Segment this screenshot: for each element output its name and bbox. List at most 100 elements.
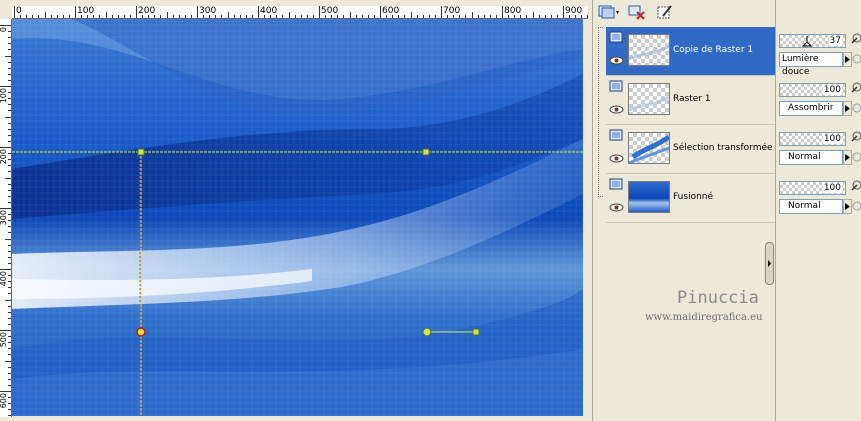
- raster-layer-icon: [609, 31, 623, 43]
- ruler-label: 100: [0, 88, 8, 104]
- opacity-slider[interactable]: 100: [779, 132, 846, 146]
- blend-mode-select[interactable]: Normal: [779, 199, 843, 214]
- opacity-value: 100: [822, 183, 842, 193]
- ruler-tick: [14, 6, 15, 18]
- ruler-tick: [8, 384, 11, 386]
- vertical-ruler[interactable]: 0 100 200 300 400 500 600: [0, 19, 12, 417]
- ruler-tick: [5, 116, 11, 118]
- new-layer-icon[interactable]: [597, 2, 621, 22]
- ruler-tick: [8, 366, 11, 368]
- layer-name: Fusionné: [673, 192, 714, 202]
- ruler-tick: [361, 15, 363, 18]
- ruler-tick: [428, 15, 430, 18]
- ruler-tick: [62, 15, 64, 18]
- ruler-tick: [563, 6, 564, 18]
- raster-layer-icon: [609, 178, 623, 190]
- ruler-label: 600: [382, 6, 400, 16]
- ruler-tick: [282, 15, 284, 18]
- ruler-tick: [50, 15, 52, 18]
- ruler-tick: [8, 171, 11, 173]
- edit-pen-icon[interactable]: [851, 180, 861, 191]
- ruler-tick: [319, 6, 320, 18]
- edit-pen-icon[interactable]: [851, 131, 861, 142]
- ruler-tick: [8, 201, 11, 203]
- ruler-tick: [184, 15, 186, 18]
- blend-dropdown-arrow-icon[interactable]: [843, 52, 852, 67]
- opacity-slider[interactable]: 37: [779, 34, 846, 48]
- canvas-artwork: [12, 19, 583, 416]
- edit-pen-icon[interactable]: [851, 33, 861, 44]
- edit-pen-icon[interactable]: [851, 82, 861, 93]
- ruler-tick: [8, 342, 11, 344]
- ruler-tick: [312, 15, 314, 18]
- ruler-tick: [8, 43, 11, 45]
- ruler-tick: [288, 12, 290, 18]
- horizontal-ruler[interactable]: 0 100 200 300 400 500 600 700 800 900: [12, 6, 588, 19]
- ruler-tick: [373, 15, 375, 18]
- layer-row-fusionne[interactable]: Fusionné: [606, 174, 776, 223]
- layer-row-raster-1[interactable]: Raster 1: [606, 76, 776, 125]
- ruler-tick: [8, 140, 11, 142]
- ruler-label: 500: [321, 6, 339, 16]
- ruler-tick: [197, 6, 198, 18]
- ruler-tick: [8, 287, 11, 289]
- ruler-tick: [5, 360, 11, 362]
- ruler-label: 200: [138, 6, 156, 16]
- ruler-tick: [190, 15, 192, 18]
- ruler-tick: [99, 15, 101, 18]
- blend-mode-select[interactable]: Normal: [779, 150, 843, 165]
- blend-dropdown-arrow-icon[interactable]: [843, 101, 852, 116]
- ruler-tick: [172, 15, 174, 18]
- blend-dropdown-arrow-icon[interactable]: [843, 150, 852, 165]
- layer-row-copie-de-raster-1[interactable]: Copie de Raster 1: [606, 27, 776, 76]
- ruler-tick: [556, 15, 558, 18]
- layer-name: Sélection transformée: [673, 143, 773, 153]
- ruler-tick: [0, 86, 11, 87]
- blend-mode-select[interactable]: Lumière douce: [779, 52, 843, 77]
- opacity-slider[interactable]: 100: [779, 181, 846, 195]
- ruler-tick: [410, 12, 412, 18]
- ruler-label: 500: [0, 332, 8, 348]
- lock-transparency-icon[interactable]: [852, 54, 861, 64]
- canvas-scrollbar[interactable]: [583, 19, 592, 416]
- edit-mask-icon[interactable]: [653, 2, 677, 22]
- blend-dropdown-arrow-icon[interactable]: [843, 199, 852, 214]
- layers-scroll-handle[interactable]: [765, 242, 774, 285]
- raster-layer-icon: [609, 80, 623, 92]
- image-canvas[interactable]: [12, 19, 583, 416]
- delete-layer-icon[interactable]: [625, 2, 649, 22]
- layer-props-2: 100 Normal: [776, 125, 861, 174]
- blend-mode-select[interactable]: Assombrir: [779, 101, 843, 116]
- ruler-tick: [477, 15, 479, 18]
- ruler-tick: [258, 6, 259, 18]
- ruler-tick: [465, 15, 467, 18]
- ruler-tick: [56, 15, 58, 18]
- ruler-tick: [8, 348, 11, 350]
- visibility-eye-icon[interactable]: [609, 56, 624, 65]
- lock-transparency-icon[interactable]: [852, 201, 861, 211]
- slider-thumb-icon: [802, 36, 812, 47]
- ruler-tick: [8, 104, 11, 106]
- opacity-slider[interactable]: 100: [779, 83, 846, 97]
- layer-row-selection-transformee[interactable]: Sélection transformée: [606, 125, 776, 174]
- ruler-tick: [8, 226, 11, 228]
- ruler-tick: [8, 256, 11, 258]
- ruler-tick: [8, 397, 11, 399]
- ruler-tick: [8, 262, 11, 264]
- ruler-tick: [8, 372, 11, 374]
- ruler-tick: [8, 323, 11, 325]
- ruler-tick: [5, 177, 11, 179]
- lock-transparency-icon[interactable]: [852, 103, 861, 113]
- ruler-corner: [0, 6, 12, 19]
- visibility-eye-icon[interactable]: [609, 203, 624, 212]
- ruler-label: 200: [0, 149, 8, 165]
- layers-toolbar: [593, 0, 776, 24]
- ruler-tick: [8, 159, 11, 161]
- ruler-tick: [8, 67, 11, 69]
- visibility-eye-icon[interactable]: [609, 154, 624, 163]
- lock-transparency-icon[interactable]: [852, 152, 861, 162]
- ruler-tick: [343, 15, 345, 18]
- visibility-eye-icon[interactable]: [609, 105, 624, 114]
- opacity-value: 37: [828, 36, 842, 46]
- ruler-tick: [355, 15, 357, 18]
